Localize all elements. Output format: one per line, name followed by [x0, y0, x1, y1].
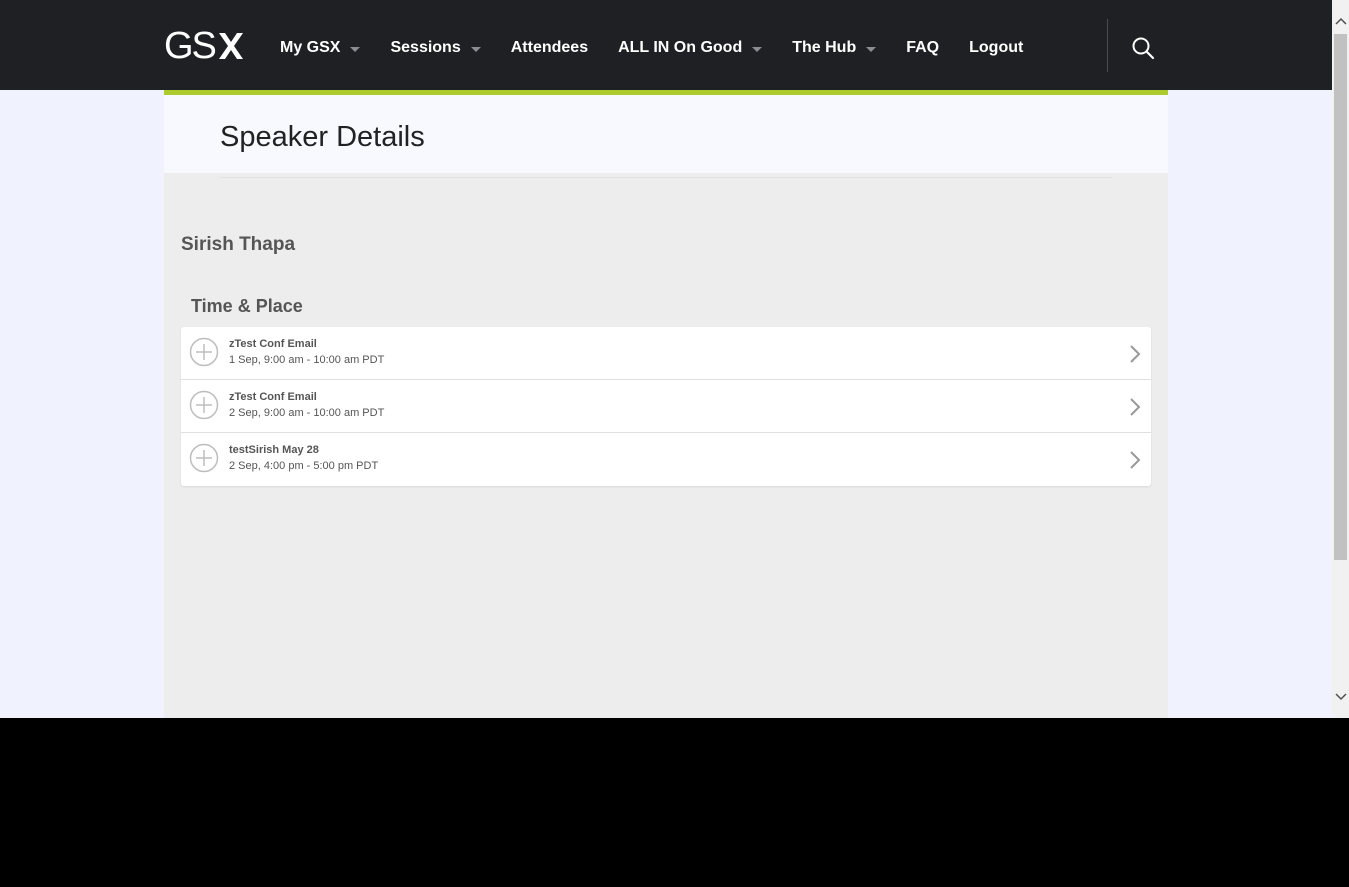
session-time: 2 Sep, 9:00 am - 10:00 am PDT: [229, 407, 385, 419]
nav-item-all-in-on-good[interactable]: ALL IN On Good: [618, 39, 763, 57]
nav-item-label: The Hub: [792, 39, 857, 56]
session-name: zTest Conf Email: [229, 391, 317, 403]
nav-item-logout[interactable]: Logout: [969, 39, 1023, 57]
page-title: Speaker Details: [220, 121, 425, 153]
page-header: Speaker Details: [164, 95, 1168, 178]
nav-item-label: Sessions: [390, 39, 461, 56]
session-name: zTest Conf Email: [229, 338, 317, 350]
nav-item-my-gsx[interactable]: My GSX: [280, 39, 361, 57]
chevron-right-icon: [1130, 398, 1141, 416]
chevron-right-icon: [1130, 451, 1141, 469]
caret-down-icon: [752, 46, 763, 52]
caret-down-icon: [350, 46, 361, 52]
section-title-time-place: Time & Place: [191, 296, 303, 316]
vertical-scrollbar[interactable]: [1332, 0, 1349, 718]
scroll-down-button[interactable]: [1332, 688, 1349, 705]
nav-item-label: Logout: [969, 39, 1024, 56]
session-time: 2 Sep, 4:00 pm - 5:00 pm PDT: [229, 460, 379, 472]
nav-item-attendees[interactable]: Attendees: [511, 39, 588, 57]
top-navigation-bar: GS My GSX Sessions Attendees ALL IN On G…: [0, 0, 1332, 90]
session-row[interactable]: zTest Conf Email 1 Sep, 9:00 am - 10:00 …: [181, 327, 1151, 380]
add-to-schedule-icon[interactable]: [189, 337, 219, 367]
nav-item-label: Attendees: [510, 39, 589, 56]
nav-item-label: My GSX: [280, 39, 341, 56]
chevron-right-icon: [1130, 345, 1141, 363]
session-row[interactable]: zTest Conf Email 2 Sep, 9:00 am - 10:00 …: [181, 380, 1151, 433]
logo-x-mark-icon: [218, 33, 243, 59]
nav-item-the-hub[interactable]: The Hub: [792, 39, 877, 57]
caret-down-icon: [866, 46, 877, 52]
nav-item-label: FAQ: [906, 39, 940, 56]
speaker-name: Sirish Thapa: [181, 234, 296, 255]
chevron-up-icon: [1334, 17, 1347, 25]
session-time: 1 Sep, 9:00 am - 10:00 am PDT: [229, 354, 385, 366]
nav-divider: [1107, 19, 1108, 72]
session-name: testSirish May 28: [229, 444, 319, 456]
scroll-up-button[interactable]: [1332, 12, 1349, 29]
search-button[interactable]: [1130, 35, 1156, 61]
scrollbar-thumb[interactable]: [1334, 34, 1347, 560]
nav-item-sessions[interactable]: Sessions: [390, 39, 481, 57]
nav-item-faq[interactable]: FAQ: [906, 39, 939, 57]
add-to-schedule-icon[interactable]: [189, 390, 219, 420]
session-row[interactable]: testSirish May 28 2 Sep, 4:00 pm - 5:00 …: [181, 433, 1151, 486]
chevron-down-icon: [1334, 692, 1347, 700]
add-to-schedule-icon[interactable]: [189, 443, 219, 473]
gsx-logo[interactable]: GS: [164, 25, 246, 67]
browser-viewport: GS My GSX Sessions Attendees ALL IN On G…: [0, 0, 1332, 718]
logo-text: GS: [164, 25, 217, 67]
caret-down-icon: [470, 46, 481, 52]
session-list: zTest Conf Email 1 Sep, 9:00 am - 10:00 …: [181, 327, 1151, 486]
divider: [220, 177, 1112, 178]
main-content: Speaker Details Sirish Thapa Time & Plac…: [164, 90, 1168, 718]
nav-item-label: ALL IN On Good: [618, 39, 743, 56]
search-icon: [1132, 37, 1155, 60]
main-nav: My GSX Sessions Attendees ALL IN On Good…: [280, 36, 1053, 60]
